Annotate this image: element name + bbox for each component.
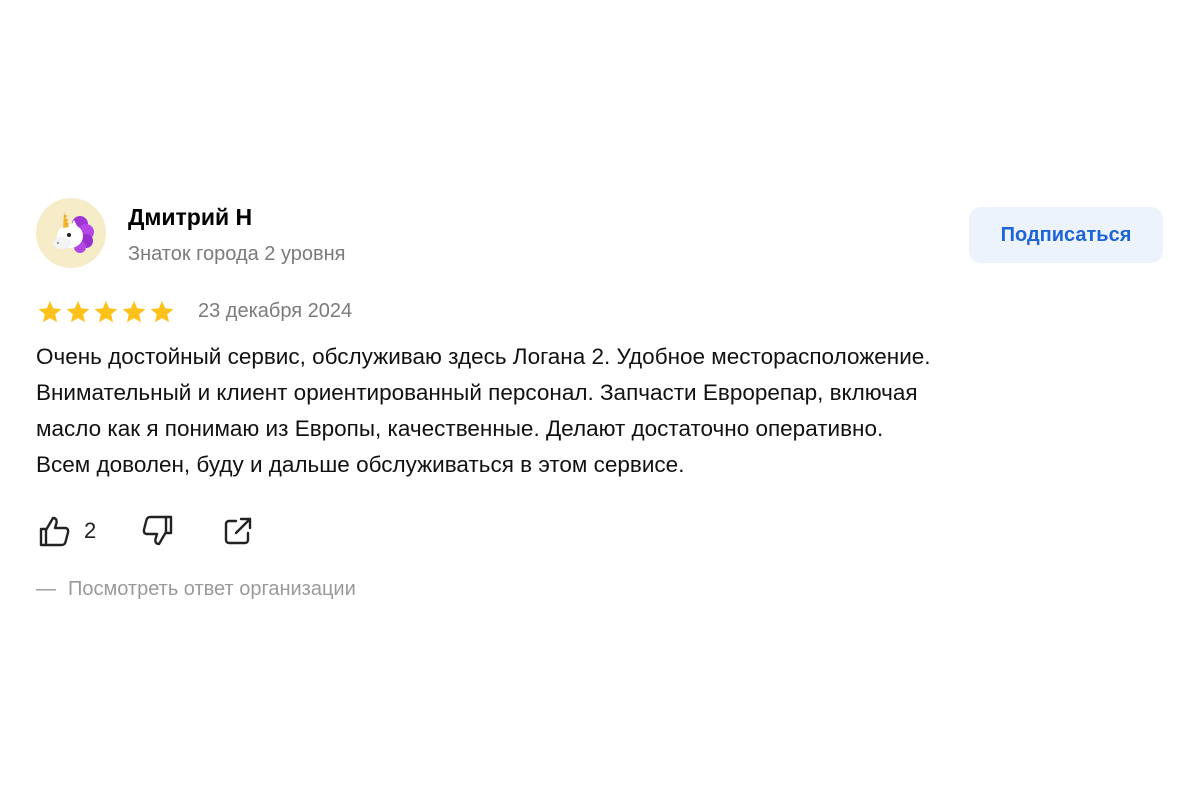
view-org-reply-link[interactable]: — Посмотреть ответ организации [36, 578, 356, 601]
review-text-line: Очень достойный сервис, обслуживаю здесь… [36, 344, 931, 369]
share-icon [224, 517, 252, 545]
thumbs-down-icon [142, 515, 173, 546]
star-icon [94, 300, 118, 323]
author-level: Знаток города 2 уровня [128, 243, 346, 265]
subscribe-button[interactable]: Подписаться [969, 207, 1163, 263]
avatar[interactable] [36, 198, 106, 268]
share-button[interactable] [221, 511, 255, 551]
review-date: 23 декабря 2024 [198, 300, 353, 322]
review-text-line: Всем доволен, буду и дальше обслуживатьс… [36, 452, 685, 477]
author-name[interactable]: Дмитрий Н [128, 204, 252, 231]
star-rating [36, 299, 176, 325]
like-count: 2 [84, 518, 97, 543]
star-icon [122, 300, 146, 323]
like-button[interactable]: 2 [36, 511, 96, 551]
rating-row: 23 декабря 2024 [36, 298, 636, 326]
star-icon [66, 300, 90, 323]
star-icon [38, 300, 62, 323]
star-icon [150, 300, 174, 323]
unicorn-icon [53, 212, 94, 253]
thumbs-up-icon [39, 516, 70, 547]
review-text-line: Внимательный и клиент ориентированный пе… [36, 380, 918, 405]
review-actions: 2 [36, 511, 436, 551]
org-reply-dash: — [36, 578, 56, 600]
org-reply-label: Посмотреть ответ организации [68, 578, 356, 600]
review-text: Очень достойный сервис, обслуживаю здесь… [36, 339, 1166, 483]
dislike-button[interactable] [140, 511, 176, 551]
review-text-line: масло как я понимаю из Европы, качествен… [36, 416, 884, 441]
